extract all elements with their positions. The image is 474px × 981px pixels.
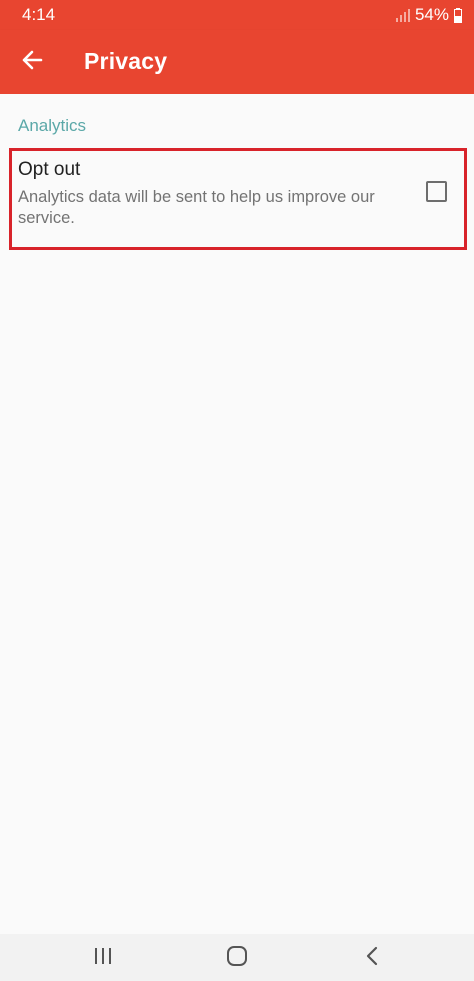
settings-content: Analytics Opt out Analytics data will be…	[0, 94, 474, 934]
opt-out-checkbox[interactable]	[426, 181, 447, 202]
app-bar: Privacy	[0, 30, 474, 94]
battery-icon	[454, 7, 462, 23]
nav-back-button[interactable]	[358, 945, 386, 971]
signal-icon	[395, 8, 410, 22]
system-nav-bar	[0, 934, 474, 981]
recents-icon	[93, 947, 113, 970]
back-button[interactable]	[14, 44, 50, 80]
back-icon	[365, 946, 379, 971]
opt-out-preference[interactable]: Opt out Analytics data will be sent to h…	[9, 148, 467, 250]
home-button[interactable]	[223, 945, 251, 971]
home-icon	[226, 945, 248, 972]
status-time: 4:14	[22, 5, 56, 24]
page-title: Privacy	[84, 48, 168, 74]
arrow-back-icon	[21, 50, 43, 75]
preference-summary: Analytics data will be sent to help us i…	[18, 188, 375, 227]
status-bar: 4:14 54%	[0, 0, 474, 30]
status-icons: 54%	[395, 5, 462, 25]
section-header-analytics: Analytics	[18, 116, 87, 135]
preference-title: Opt out	[18, 159, 81, 180]
battery-percentage: 54%	[414, 5, 449, 24]
recents-button[interactable]	[89, 945, 117, 971]
